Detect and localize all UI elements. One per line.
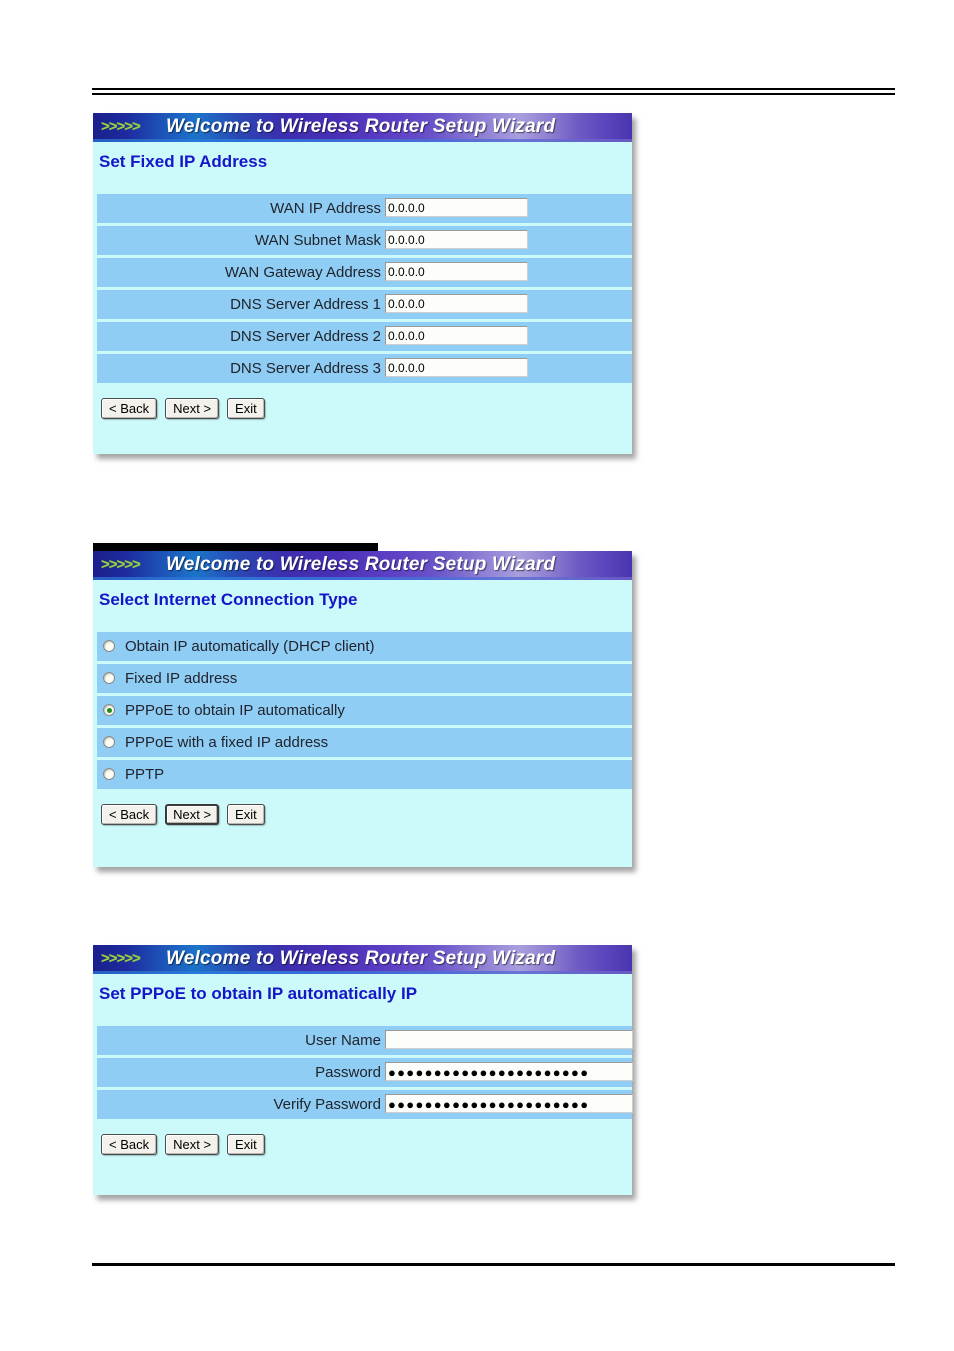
dns-server-address-3-input[interactable]: 0.0.0.0 xyxy=(385,358,528,377)
table-row: User Name xyxy=(97,1026,633,1055)
chevron-arrows-icon: >>>>> xyxy=(101,950,141,967)
next-button[interactable]: Next > xyxy=(165,398,220,419)
wan-ip-address-input[interactable]: 0.0.0.0 xyxy=(385,198,528,217)
next-button[interactable]: Next > xyxy=(165,1134,220,1155)
user-name-input[interactable] xyxy=(385,1030,633,1049)
password-input[interactable]: ●●●●●●●●●●●●●●●●●●●●●● xyxy=(385,1062,633,1081)
button-bar: < Back Next > Exit xyxy=(93,1122,632,1155)
exit-button[interactable]: Exit xyxy=(227,804,265,825)
field-label: Password xyxy=(315,1064,381,1081)
wizard-panel-connection-type: >>>>> Welcome to Wireless Router Setup W… xyxy=(93,551,632,867)
wizard-panel-fixed-ip: >>>>> Welcome to Wireless Router Setup W… xyxy=(93,113,632,454)
radio-icon[interactable] xyxy=(103,672,115,684)
field-label: WAN Subnet Mask xyxy=(254,232,381,249)
chevron-arrows-icon: >>>>> xyxy=(101,556,141,573)
back-button[interactable]: < Back xyxy=(101,1134,158,1155)
back-button[interactable]: < Back xyxy=(101,804,158,825)
form-rows: WAN IP Address 0.0.0.0 WAN Subnet Mask 0… xyxy=(93,194,632,383)
table-row: WAN IP Address 0.0.0.0 xyxy=(97,194,632,223)
section-title: Set Fixed IP Address xyxy=(99,152,268,171)
radio-group: Obtain IP automatically (DHCP client) Fi… xyxy=(93,632,632,789)
radio-icon[interactable] xyxy=(103,768,115,780)
radio-label: PPTP xyxy=(125,766,165,783)
radio-label: Obtain IP automatically (DHCP client) xyxy=(125,638,375,655)
wizard-panel-pppoe-credentials: >>>>> Welcome to Wireless Router Setup W… xyxy=(93,945,633,1195)
wan-gateway-address-input[interactable]: 0.0.0.0 xyxy=(385,262,528,281)
section-title: Select Internet Connection Type xyxy=(99,590,358,609)
field-label: DNS Server Address 3 xyxy=(230,360,381,377)
back-button[interactable]: < Back xyxy=(101,398,158,419)
table-row: DNS Server Address 1 0.0.0.0 xyxy=(97,290,632,319)
wizard-title: Welcome to Wireless Router Setup Wizard xyxy=(166,948,556,969)
radio-option-pppoe-fixed-ip[interactable]: PPPoE with a fixed IP address xyxy=(97,728,632,757)
radio-option-fixed-ip[interactable]: Fixed IP address xyxy=(97,664,632,693)
radio-label: PPPoE to obtain IP automatically xyxy=(125,702,345,719)
wizard-titlebar: >>>>> Welcome to Wireless Router Setup W… xyxy=(93,113,632,142)
form-rows: User Name Password ●●●●●●●●●●●●●●●●●●●●●… xyxy=(93,1026,633,1119)
field-label: WAN Gateway Address xyxy=(224,264,381,281)
next-button[interactable]: Next > xyxy=(165,804,220,825)
field-label: DNS Server Address 1 xyxy=(230,296,381,313)
wizard-title: Welcome to Wireless Router Setup Wizard xyxy=(166,554,556,575)
radio-icon-selected[interactable] xyxy=(103,704,115,716)
table-row: DNS Server Address 3 0.0.0.0 xyxy=(97,354,632,383)
radio-icon[interactable] xyxy=(103,640,115,652)
field-label: User Name xyxy=(305,1032,381,1049)
radio-option-pptp[interactable]: PPTP xyxy=(97,760,632,789)
table-row: DNS Server Address 2 0.0.0.0 xyxy=(97,322,632,351)
section-title: Set PPPoE to obtain IP automatically IP xyxy=(99,984,418,1003)
dns-server-address-1-input[interactable]: 0.0.0.0 xyxy=(385,294,528,313)
wizard-title: Welcome to Wireless Router Setup Wizard xyxy=(166,116,556,137)
page-rule-bottom xyxy=(92,1263,895,1266)
field-label: DNS Server Address 2 xyxy=(230,328,381,345)
field-label: Verify Password xyxy=(273,1096,381,1113)
exit-button[interactable]: Exit xyxy=(227,398,265,419)
table-row: Password ●●●●●●●●●●●●●●●●●●●●●● xyxy=(97,1058,633,1087)
wan-subnet-mask-input[interactable]: 0.0.0.0 xyxy=(385,230,528,249)
radio-option-dhcp[interactable]: Obtain IP automatically (DHCP client) xyxy=(97,632,632,661)
radio-option-pppoe-auto[interactable]: PPPoE to obtain IP automatically xyxy=(97,696,632,725)
chevron-arrows-icon: >>>>> xyxy=(101,118,141,135)
table-row: WAN Gateway Address 0.0.0.0 xyxy=(97,258,632,287)
table-row: Verify Password ●●●●●●●●●●●●●●●●●●●●●● xyxy=(97,1090,633,1119)
wizard-titlebar: >>>>> Welcome to Wireless Router Setup W… xyxy=(93,945,632,974)
page-rule-top xyxy=(92,88,895,95)
table-row: WAN Subnet Mask 0.0.0.0 xyxy=(97,226,632,255)
wizard-titlebar: >>>>> Welcome to Wireless Router Setup W… xyxy=(93,551,632,580)
button-bar: < Back Next > Exit xyxy=(93,386,632,419)
radio-label: PPPoE with a fixed IP address xyxy=(125,734,329,751)
exit-button[interactable]: Exit xyxy=(227,1134,265,1155)
scan-artifact-bar xyxy=(93,543,378,551)
verify-password-input[interactable]: ●●●●●●●●●●●●●●●●●●●●●● xyxy=(385,1094,633,1113)
radio-label: Fixed IP address xyxy=(125,670,238,687)
field-label: WAN IP Address xyxy=(270,200,381,217)
button-bar: < Back Next > Exit xyxy=(93,792,632,825)
radio-icon[interactable] xyxy=(103,736,115,748)
dns-server-address-2-input[interactable]: 0.0.0.0 xyxy=(385,326,528,345)
